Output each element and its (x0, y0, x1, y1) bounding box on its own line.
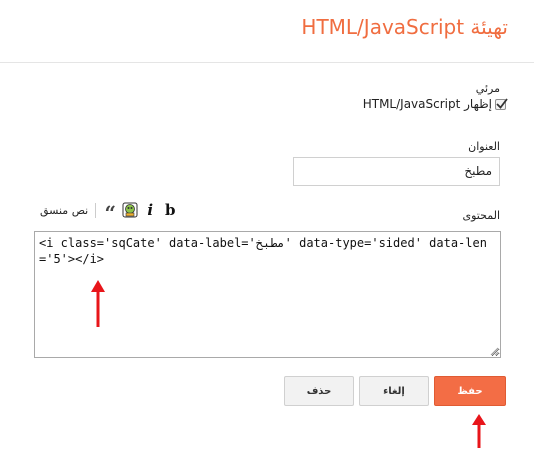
show-widget-label: إظهار HTML/JavaScript (362, 97, 492, 111)
editor-toolbar: نص منسق “ i b (40, 198, 181, 225)
insert-image-button[interactable] (121, 201, 139, 219)
annotation-arrow-up-icon (472, 414, 486, 448)
checkmark-icon (496, 97, 508, 109)
show-widget-checkbox[interactable] (495, 97, 508, 110)
rich-text-link[interactable]: نص منسق (40, 204, 88, 217)
delete-button[interactable]: حذف (284, 376, 354, 406)
content-field-label: المحتوى (462, 209, 500, 222)
italic-button[interactable]: i (141, 201, 159, 219)
cancel-button[interactable]: إلغاء (359, 376, 429, 406)
widget-config-dialog: تهيئة HTML/JavaScript مرئي إظهار HTML/Ja… (0, 0, 534, 463)
title-field-label: العنوان (468, 140, 500, 153)
quote-button[interactable]: “ (101, 198, 119, 225)
image-icon (122, 202, 138, 218)
title-input[interactable]: مطبخ (293, 157, 500, 186)
visibility-label: مرئي (475, 82, 500, 95)
dialog-header: تهيئة HTML/JavaScript (0, 0, 534, 63)
bold-button[interactable]: b (161, 201, 179, 219)
dialog-title: تهيئة HTML/JavaScript (301, 15, 508, 39)
content-text: <i class='sqCate' data-label='مطبخ' data… (39, 236, 487, 266)
annotation-arrow-up-icon (91, 280, 105, 327)
toolbar-divider (95, 202, 97, 218)
quote-icon: “ (104, 201, 116, 225)
resize-grip-icon[interactable] (489, 346, 499, 356)
save-button[interactable]: حفظ (434, 376, 506, 406)
show-widget-row: إظهار HTML/JavaScript (362, 97, 508, 111)
